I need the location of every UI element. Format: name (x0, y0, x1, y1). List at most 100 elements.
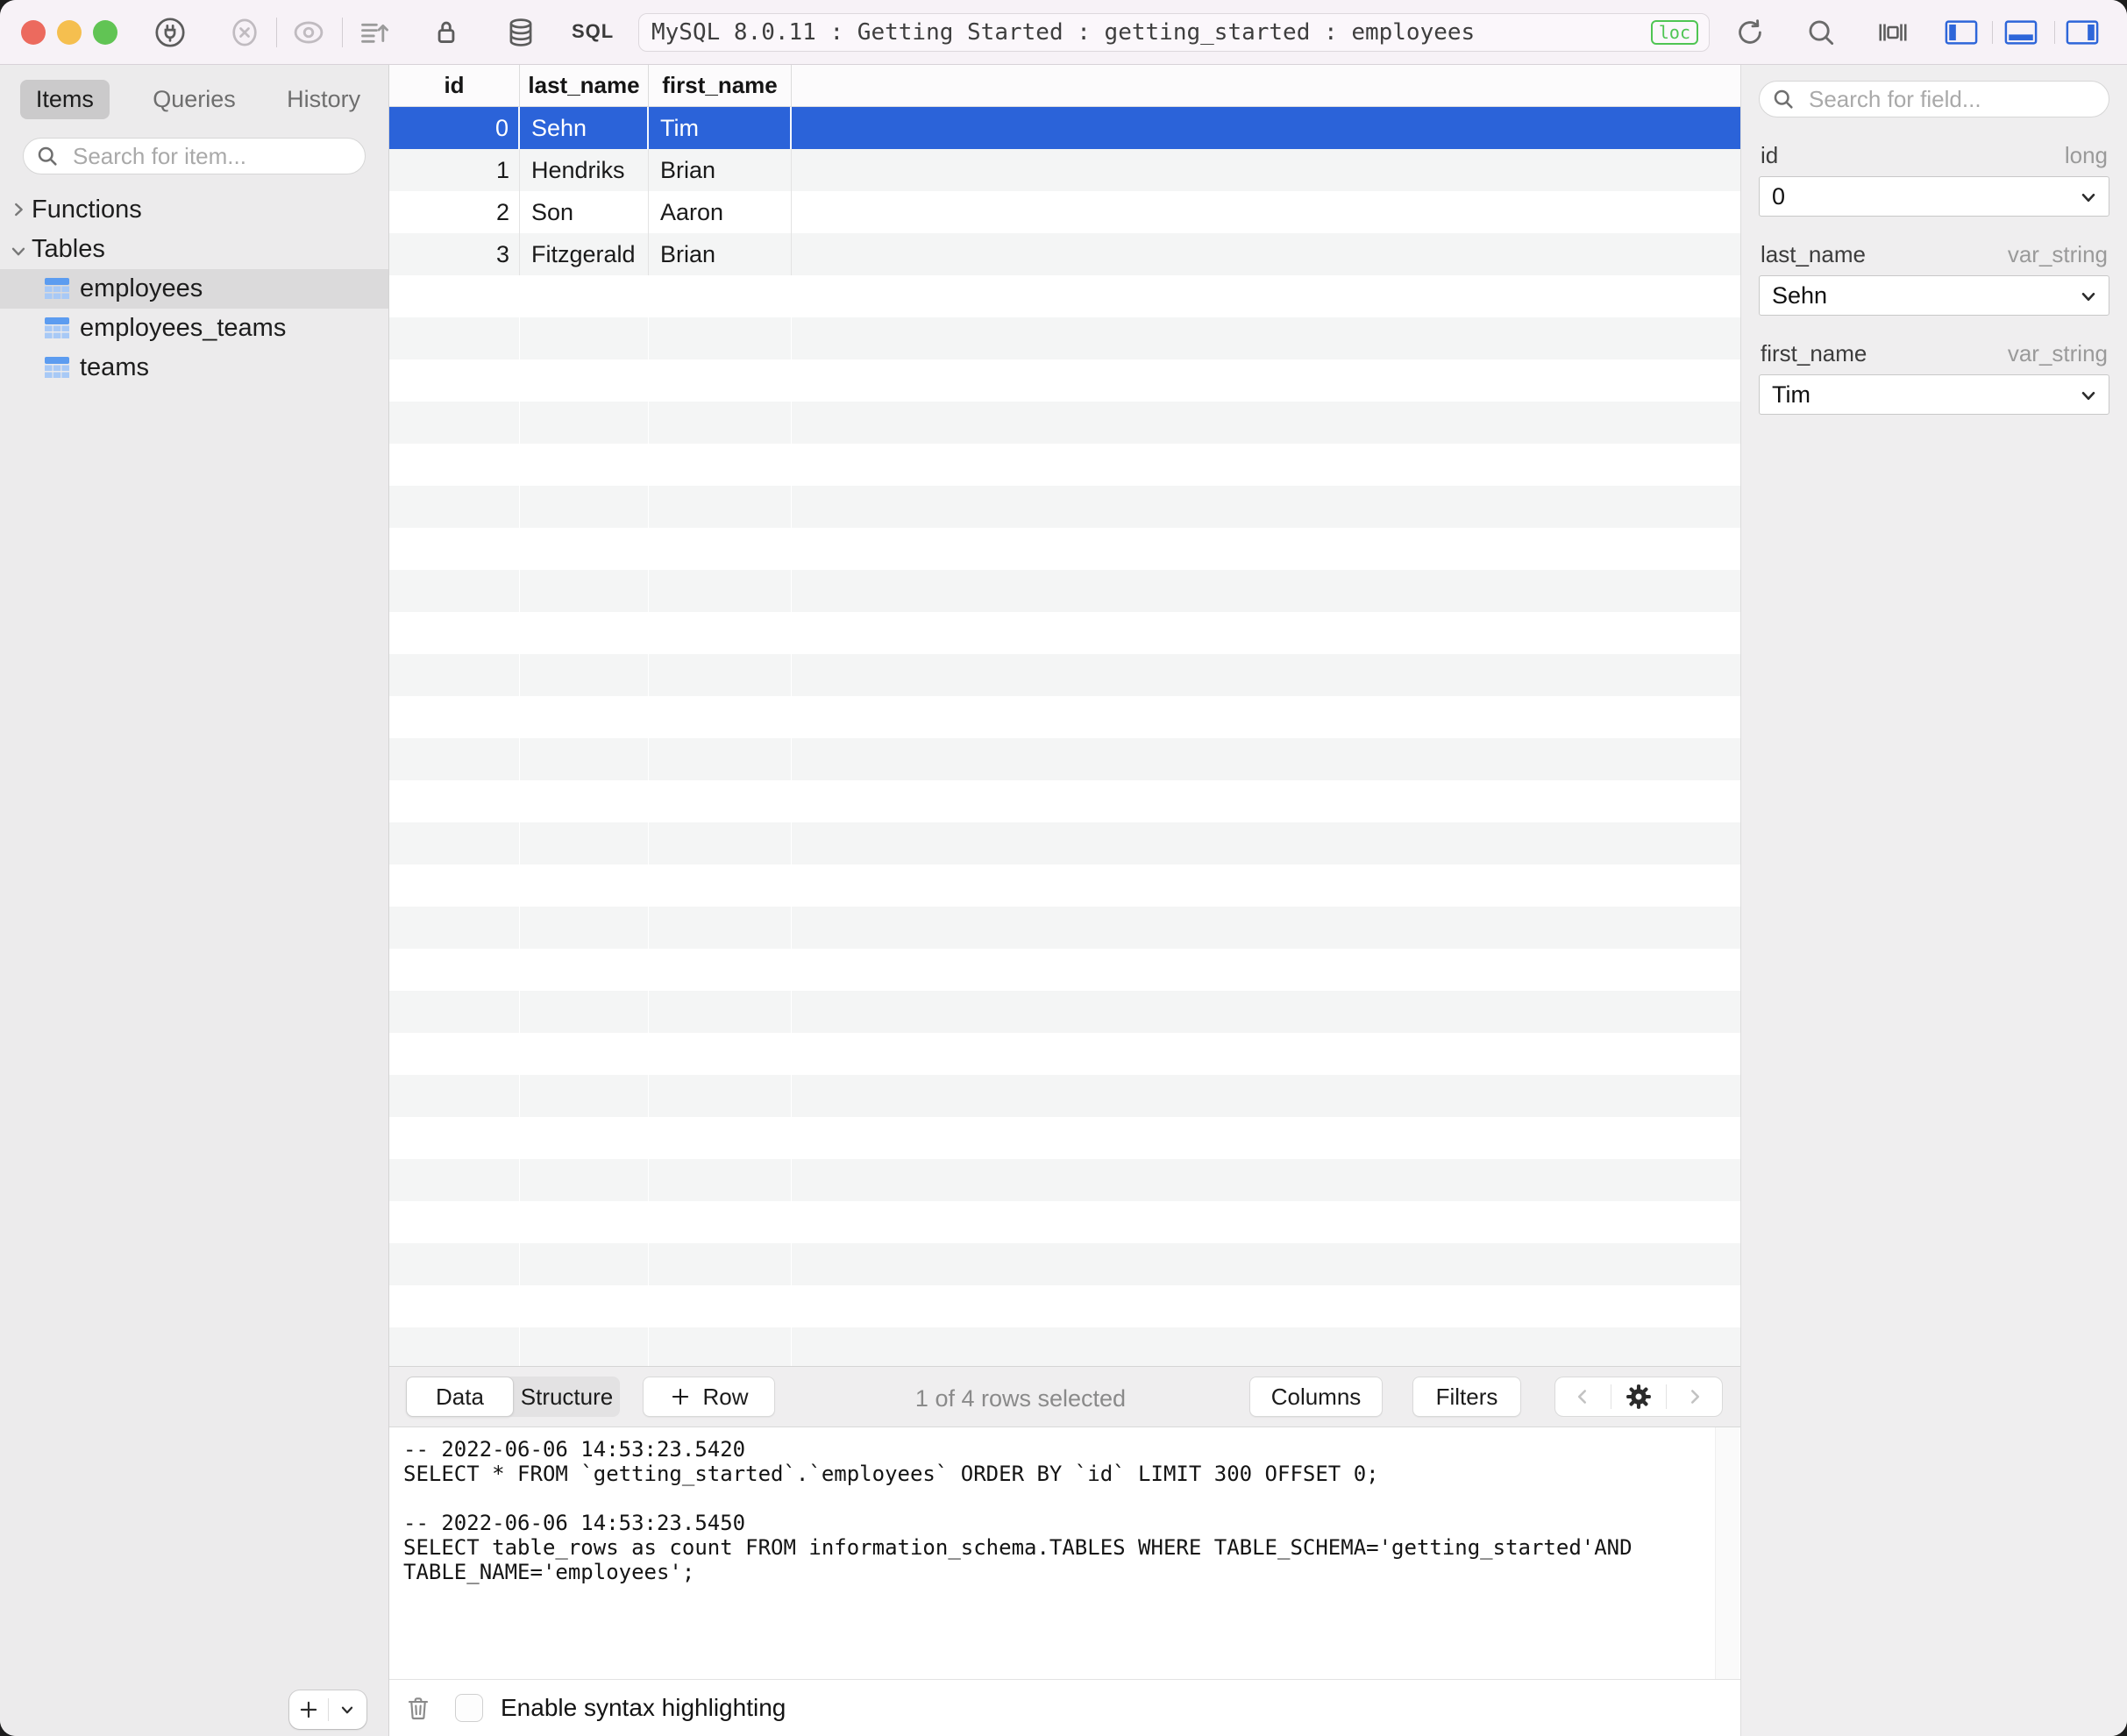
syntax-highlighting-checkbox[interactable] (455, 1694, 483, 1722)
chevron-right-icon[interactable] (9, 200, 28, 219)
table-row-empty[interactable] (389, 1327, 1740, 1366)
lock-icon[interactable] (430, 16, 463, 49)
chevron-down-icon[interactable] (9, 242, 28, 261)
column-header-first-name[interactable]: first_name (649, 65, 792, 106)
export-dump-icon[interactable] (358, 16, 391, 49)
tab-history[interactable]: History (259, 80, 388, 119)
cell-last-name[interactable]: Hendriks (520, 149, 649, 191)
cell-id[interactable]: 0 (389, 107, 520, 149)
table-row-empty[interactable] (389, 1033, 1740, 1075)
add-item-split-button[interactable] (289, 1690, 366, 1729)
field-value-select-first-name[interactable]: Tim (1759, 374, 2109, 415)
traffic-minimize-button[interactable] (57, 20, 82, 45)
table-row-empty[interactable] (389, 359, 1740, 402)
toggle-right-panel-icon[interactable] (2066, 16, 2099, 49)
status-bar: Data Structure Row 1 of 4 rows selected … (389, 1366, 1740, 1427)
grid-rows: 0 Sehn Tim 1 Hendriks Brian 2 Son Aaron … (389, 107, 1740, 1366)
sidebar-item-teams[interactable]: teams (0, 348, 388, 388)
table-row-empty[interactable] (389, 780, 1740, 822)
table-row-empty[interactable] (389, 444, 1740, 486)
table-row-empty[interactable] (389, 991, 1740, 1033)
add-item-menu-button[interactable] (329, 1690, 367, 1729)
table-name: teams (80, 353, 149, 381)
data-grid: id last_name first_name 0 Sehn Tim 1 Hen… (389, 65, 1740, 1366)
table-row-empty[interactable] (389, 275, 1740, 317)
column-header-id[interactable]: id (389, 65, 520, 106)
console-scrollbar[interactable] (1715, 1427, 1739, 1679)
table-row[interactable]: 2 Son Aaron (389, 191, 1740, 233)
sql-editor-label[interactable]: SQL (572, 20, 614, 43)
table-row-empty[interactable] (389, 1243, 1740, 1285)
view-mode-segmented-control: Data Structure (406, 1377, 620, 1417)
table-row-empty[interactable] (389, 1201, 1740, 1243)
table-row-empty[interactable] (389, 949, 1740, 991)
sidebar-item-employees-teams[interactable]: employees_teams (0, 309, 388, 348)
table-row-empty[interactable] (389, 1075, 1740, 1117)
table-row-empty[interactable] (389, 738, 1740, 780)
table-row[interactable]: 3 Fitzgerald Brian (389, 233, 1740, 275)
item-search-input[interactable] (23, 138, 366, 174)
cell-first-name[interactable]: Aaron (649, 191, 792, 233)
database-icon[interactable] (504, 16, 537, 49)
table-row-empty[interactable] (389, 654, 1740, 696)
search-icon[interactable] (1804, 16, 1838, 49)
table-row-empty[interactable] (389, 528, 1740, 570)
table-row-empty[interactable] (389, 570, 1740, 612)
tree-group-functions[interactable]: Functions (0, 190, 388, 230)
traffic-zoom-button[interactable] (93, 20, 117, 45)
table-settings-button[interactable] (1611, 1377, 1667, 1416)
table-row-empty[interactable] (389, 864, 1740, 907)
window-title: MySQL 8.0.11 : Getting Started : getting… (651, 19, 1476, 46)
field-value-select-last-name[interactable]: Sehn (1759, 275, 2109, 316)
field-search-input[interactable] (1759, 81, 2109, 117)
cell-first-name[interactable]: Brian (649, 149, 792, 191)
table-row-empty[interactable] (389, 486, 1740, 528)
table-row-empty[interactable] (389, 1285, 1740, 1327)
cell-last-name[interactable]: Fitzgerald (520, 233, 649, 275)
toggle-bottom-panel-icon[interactable] (2004, 16, 2038, 49)
tab-data[interactable]: Data (406, 1377, 514, 1417)
field-value-select-id[interactable]: 0 (1759, 176, 2109, 217)
cell-id[interactable]: 2 (389, 191, 520, 233)
connection-plug-icon[interactable] (153, 16, 187, 49)
page-navigation-control (1554, 1377, 1723, 1417)
add-item-plus-button[interactable] (289, 1690, 328, 1729)
table-name: employees (80, 274, 203, 302)
cell-id[interactable]: 1 (389, 149, 520, 191)
column-header-last-name[interactable]: last_name (520, 65, 649, 106)
tab-structure[interactable]: Structure (514, 1377, 620, 1417)
table-row-empty[interactable] (389, 402, 1740, 444)
table-row-empty[interactable] (389, 1117, 1740, 1159)
table-row-empty[interactable] (389, 612, 1740, 654)
refresh-icon[interactable] (1733, 16, 1767, 49)
table-row-empty[interactable] (389, 317, 1740, 359)
sidebar-item-employees[interactable]: employees (0, 269, 388, 309)
add-row-button[interactable]: Row (643, 1377, 775, 1417)
cell-last-name[interactable]: Sehn (520, 107, 649, 149)
cell-first-name[interactable]: Tim (649, 107, 792, 149)
field-value: Tim (1772, 381, 1810, 408)
next-page-button[interactable] (1667, 1377, 1722, 1416)
columns-button[interactable]: Columns (1249, 1377, 1383, 1417)
table-row-empty[interactable] (389, 822, 1740, 864)
table-row-empty[interactable] (389, 907, 1740, 949)
traffic-close-button[interactable] (21, 20, 46, 45)
table-row-empty[interactable] (389, 1159, 1740, 1201)
tab-items[interactable]: Items (0, 80, 130, 119)
cell-first-name[interactable]: Brian (649, 233, 792, 275)
toggle-left-panel-icon[interactable] (1945, 16, 1978, 49)
tree-group-tables[interactable]: Tables (0, 230, 388, 269)
table-name: employees_teams (80, 314, 287, 342)
previous-page-button[interactable] (1555, 1377, 1611, 1416)
tab-queries[interactable]: Queries (130, 80, 260, 119)
table-row-empty[interactable] (389, 696, 1740, 738)
filters-button[interactable]: Filters (1412, 1377, 1521, 1417)
cancel-query-icon (228, 16, 261, 49)
console-drawer-icon[interactable] (1876, 16, 1910, 49)
clear-console-trash-icon[interactable] (404, 1693, 432, 1723)
cell-last-name[interactable]: Son (520, 191, 649, 233)
table-row[interactable]: 0 Sehn Tim (389, 107, 1740, 149)
query-console[interactable]: -- 2022-06-06 14:53:23.5420 SELECT * FRO… (389, 1427, 1740, 1679)
table-row[interactable]: 1 Hendriks Brian (389, 149, 1740, 191)
cell-id[interactable]: 3 (389, 233, 520, 275)
